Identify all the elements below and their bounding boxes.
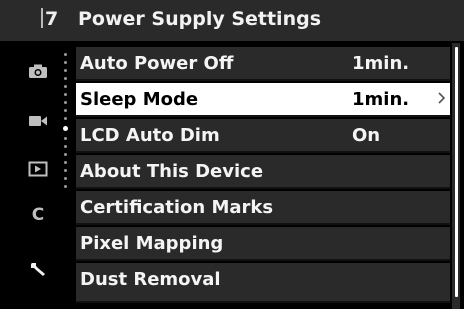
category-dot	[64, 77, 67, 80]
category-dot	[64, 185, 67, 188]
chevron-right-icon	[438, 92, 446, 104]
category-dot	[64, 145, 67, 148]
category-dot	[64, 117, 67, 120]
category-dot	[64, 153, 67, 156]
menu-item-label: Certification Marks	[80, 197, 274, 218]
camera-menu-screen: 7 Power Supply Settings C Auto Power Off…	[0, 0, 464, 309]
menu-list: Auto Power Off 1min. Sleep Mode 1min. LC…	[76, 43, 450, 309]
page-number-text: 7	[45, 8, 59, 30]
wrench-icon[interactable]	[28, 261, 48, 277]
menu-item-label: Dust Removal	[80, 269, 221, 290]
menu-item-label: Pixel Mapping	[80, 233, 224, 254]
category-dot	[64, 137, 67, 140]
menu-page-number: 7	[41, 8, 58, 30]
menu-item-label: LCD Auto Dim	[80, 125, 220, 146]
category-dot	[64, 61, 67, 64]
menu-item-certification-marks[interactable]: Certification Marks	[76, 191, 450, 225]
menu-item-pixel-mapping[interactable]: Pixel Mapping	[76, 227, 450, 261]
category-dot	[64, 177, 67, 180]
menu-item-value: 1min.	[352, 53, 410, 74]
menu-header: 7 Power Supply Settings	[0, 0, 464, 43]
video-camera-icon[interactable]	[28, 113, 48, 129]
category-dot	[64, 101, 67, 104]
category-dot	[64, 69, 67, 72]
menu-item-about-this-device[interactable]: About This Device	[76, 155, 450, 189]
menu-item-value: 1min.	[352, 89, 410, 110]
category-dot	[64, 85, 67, 88]
page-number-bar	[41, 8, 43, 28]
menu-category-sidebar: C	[0, 43, 76, 309]
menu-item-label: Sleep Mode	[80, 89, 199, 110]
scrollbar-thumb[interactable]	[455, 47, 458, 297]
menu-item-sleep-mode[interactable]: Sleep Mode 1min.	[76, 83, 450, 117]
category-dot	[64, 53, 67, 56]
menu-item-label: Auto Power Off	[80, 53, 234, 74]
menu-item-lcd-auto-dim[interactable]: LCD Auto Dim On	[76, 119, 450, 153]
category-dot	[64, 161, 67, 164]
playback-icon[interactable]	[28, 161, 48, 177]
camera-icon[interactable]	[28, 63, 48, 79]
category-dot	[64, 109, 67, 112]
menu-item-label: About This Device	[80, 161, 264, 182]
category-dot	[64, 93, 67, 96]
category-dot	[64, 169, 67, 172]
current-page-dot	[63, 126, 68, 131]
menu-item-dust-removal[interactable]: Dust Removal	[76, 263, 450, 303]
menu-item-auto-power-off[interactable]: Auto Power Off 1min.	[76, 47, 450, 81]
menu-item-value: On	[352, 125, 381, 146]
custom-c-icon[interactable]: C	[28, 207, 48, 224]
page-title: Power Supply Settings	[78, 8, 322, 30]
